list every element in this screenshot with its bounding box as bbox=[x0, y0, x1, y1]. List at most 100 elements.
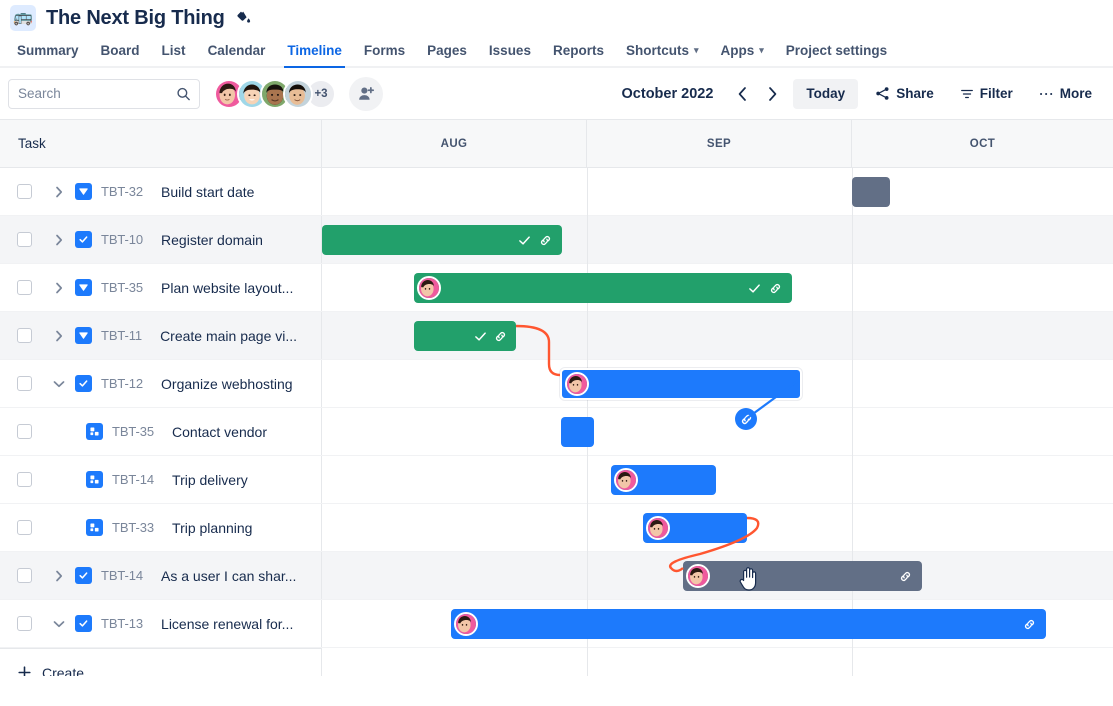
timeline-bar-tbt-12[interactable] bbox=[560, 368, 802, 400]
row-checkbox[interactable] bbox=[17, 424, 32, 439]
filter-icon bbox=[960, 87, 974, 101]
issue-key[interactable]: TBT-33 bbox=[112, 520, 154, 535]
check-icon bbox=[748, 282, 761, 295]
expand-toggle[interactable] bbox=[48, 325, 70, 347]
row-checkbox[interactable] bbox=[17, 280, 32, 295]
issue-summary[interactable]: Build start date bbox=[161, 184, 254, 200]
task-cell: TBT-12 Organize webhosting bbox=[0, 360, 322, 407]
issue-summary[interactable]: Organize webhosting bbox=[161, 376, 293, 392]
table-row[interactable]: TBT-11 Create main page vi... bbox=[0, 312, 1113, 360]
collapse-toggle[interactable] bbox=[48, 613, 70, 635]
task-icon bbox=[75, 375, 92, 392]
plus-icon bbox=[18, 666, 31, 676]
issue-summary[interactable]: Create main page vi... bbox=[160, 328, 297, 344]
issue-summary[interactable]: Plan website layout... bbox=[161, 280, 293, 296]
table-row[interactable]: TBT-14 As a user I can shar... bbox=[0, 552, 1113, 600]
collapse-toggle[interactable] bbox=[48, 373, 70, 395]
timeline-bar-tbt-35[interactable] bbox=[414, 273, 792, 303]
row-checkbox[interactable] bbox=[17, 616, 32, 631]
tab-board[interactable]: Board bbox=[90, 34, 151, 66]
task-cell: TBT-13 License renewal for... bbox=[0, 600, 322, 647]
expand-toggle[interactable] bbox=[48, 277, 70, 299]
row-checkbox[interactable] bbox=[17, 568, 32, 583]
tab-pages[interactable]: Pages bbox=[416, 34, 478, 66]
add-person-button[interactable] bbox=[349, 77, 383, 111]
issue-summary[interactable]: Trip planning bbox=[172, 520, 252, 536]
tab-calendar[interactable]: Calendar bbox=[197, 34, 277, 66]
link-icon bbox=[899, 570, 912, 583]
expand-toggle[interactable] bbox=[48, 229, 70, 251]
issue-key[interactable]: TBT-35 bbox=[101, 280, 143, 295]
tab-issues[interactable]: Issues bbox=[478, 34, 542, 66]
timeline-bar-tbt-35-subtask[interactable] bbox=[561, 417, 594, 447]
timeline-bar-tbt-11[interactable] bbox=[414, 321, 516, 351]
table-row[interactable]: TBT-33 Trip planning bbox=[0, 504, 1113, 552]
avatar[interactable] bbox=[283, 79, 313, 109]
tab-project-settings[interactable]: Project settings bbox=[775, 34, 898, 66]
timeline-bar-tbt-13[interactable] bbox=[451, 609, 1046, 639]
table-row[interactable]: TBT-35 Contact vendor bbox=[0, 408, 1113, 456]
timeline-bar-tbt-33-subtask[interactable] bbox=[643, 513, 747, 543]
row-lanes[interactable] bbox=[322, 456, 1113, 503]
issue-key[interactable]: TBT-14 bbox=[112, 472, 154, 487]
issue-key[interactable]: TBT-10 bbox=[101, 232, 143, 247]
timeline-bar-tbt-14[interactable] bbox=[683, 561, 922, 591]
avatar bbox=[614, 468, 638, 492]
tab-list[interactable]: List bbox=[151, 34, 197, 66]
timeline-bar-tbt-14-subtask[interactable] bbox=[611, 465, 716, 495]
issue-key[interactable]: TBT-11 bbox=[101, 328, 142, 343]
story-icon bbox=[75, 183, 92, 200]
avatar bbox=[686, 564, 710, 588]
tab-forms-label: Forms bbox=[364, 43, 405, 58]
expand-toggle[interactable] bbox=[48, 181, 70, 203]
dependency-link-handle[interactable] bbox=[735, 408, 757, 430]
issue-summary[interactable]: License renewal for... bbox=[161, 616, 293, 632]
row-lanes[interactable] bbox=[322, 408, 1113, 455]
table-row[interactable]: TBT-14 Trip delivery bbox=[0, 456, 1113, 504]
tab-timeline[interactable]: Timeline bbox=[276, 34, 353, 66]
task-cell: TBT-35 Contact vendor bbox=[0, 408, 322, 455]
issue-key[interactable]: TBT-14 bbox=[101, 568, 143, 583]
row-checkbox[interactable] bbox=[17, 184, 32, 199]
row-checkbox[interactable] bbox=[17, 376, 32, 391]
row-checkbox[interactable] bbox=[17, 328, 32, 343]
more-button[interactable]: More bbox=[1030, 79, 1101, 109]
issue-key[interactable]: TBT-32 bbox=[101, 184, 143, 199]
search-input[interactable] bbox=[8, 79, 200, 109]
row-checkbox[interactable] bbox=[17, 520, 32, 535]
create-issue-button[interactable]: Create bbox=[0, 648, 322, 676]
paint-bucket-icon[interactable] bbox=[236, 10, 252, 26]
filter-label: Filter bbox=[980, 86, 1013, 101]
tab-apps[interactable]: Apps ▾ bbox=[710, 34, 775, 66]
share-button[interactable]: Share bbox=[866, 79, 943, 109]
task-cell: TBT-10 Register domain bbox=[0, 216, 322, 263]
issue-summary[interactable]: Register domain bbox=[161, 232, 263, 248]
issue-summary[interactable]: Trip delivery bbox=[172, 472, 248, 488]
subtask-icon bbox=[86, 519, 103, 536]
issue-key[interactable]: TBT-35 bbox=[112, 424, 154, 439]
issue-key[interactable]: TBT-12 bbox=[101, 376, 143, 391]
tab-reports[interactable]: Reports bbox=[542, 34, 615, 66]
issue-key[interactable]: TBT-13 bbox=[101, 616, 143, 631]
tab-shortcuts[interactable]: Shortcuts ▾ bbox=[615, 34, 710, 66]
next-period-button[interactable] bbox=[757, 79, 787, 109]
filter-button[interactable]: Filter bbox=[951, 79, 1022, 109]
timeline-bar-tbt-10[interactable] bbox=[322, 225, 562, 255]
task-icon bbox=[75, 567, 92, 584]
tab-project-settings-label: Project settings bbox=[786, 43, 887, 58]
timeline-bar-tbt-32[interactable] bbox=[852, 177, 890, 207]
tab-forms[interactable]: Forms bbox=[353, 34, 416, 66]
avatar-group: +3 bbox=[214, 79, 336, 109]
project-header: 🚌 The Next Big Thing bbox=[0, 2, 1113, 34]
row-lanes[interactable] bbox=[322, 168, 1113, 215]
row-checkbox[interactable] bbox=[17, 472, 32, 487]
expand-toggle[interactable] bbox=[48, 565, 70, 587]
issue-summary[interactable]: Contact vendor bbox=[172, 424, 267, 440]
today-button[interactable]: Today bbox=[793, 79, 858, 109]
issue-summary[interactable]: As a user I can shar... bbox=[161, 568, 296, 584]
row-checkbox[interactable] bbox=[17, 232, 32, 247]
previous-period-button[interactable] bbox=[727, 79, 757, 109]
table-row[interactable]: TBT-12 Organize webhosting bbox=[0, 360, 1113, 408]
tab-summary[interactable]: Summary bbox=[6, 34, 90, 66]
table-row[interactable]: TBT-32 Build start date bbox=[0, 168, 1113, 216]
